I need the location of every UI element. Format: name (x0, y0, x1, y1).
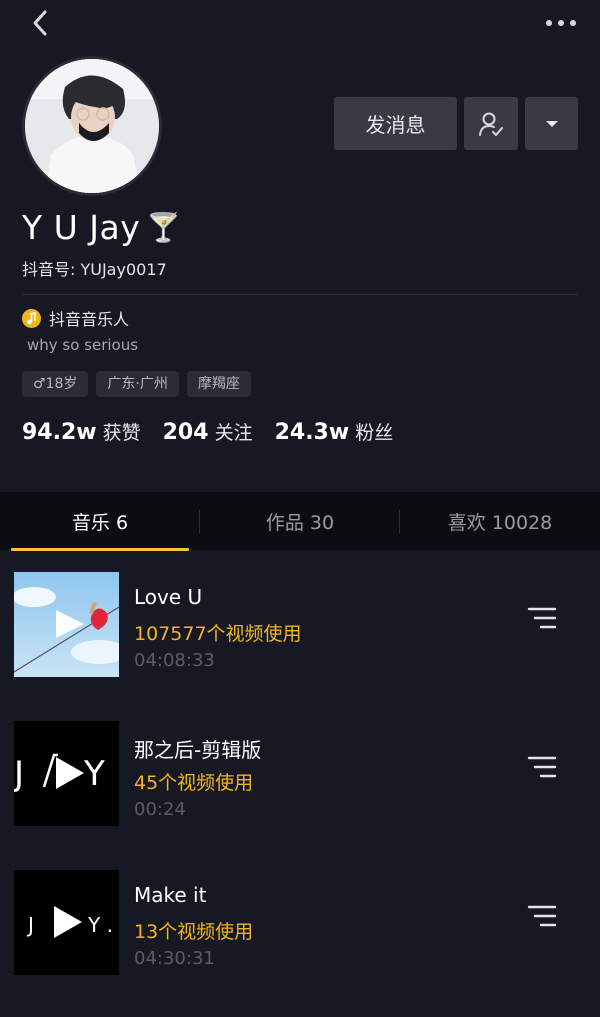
track-duration: 00:24 (134, 799, 186, 820)
profile-tags: ♂18岁 广东·广州 摩羯座 (22, 371, 251, 397)
cocktail-icon: 🍸 (146, 211, 182, 244)
stat-likes-label: 获赞 (102, 422, 141, 444)
tab-works[interactable]: 作品 30 (200, 492, 400, 550)
stat-followers-label: 粉丝 (355, 422, 394, 444)
stat-following-label: 关注 (214, 422, 253, 444)
track-duration: 04:30:31 (134, 948, 215, 969)
stat-followers[interactable]: 24.3w 粉丝 (275, 418, 394, 445)
back-icon[interactable] (26, 8, 56, 38)
divider (22, 294, 578, 295)
stat-likes[interactable]: 94.2w 获赞 (22, 418, 141, 445)
tab-music[interactable]: 音乐 6 (0, 492, 200, 550)
profile-name: Y U Jay 🍸 (22, 208, 182, 247)
track-cover[interactable] (14, 572, 119, 677)
active-tab-indicator (11, 548, 189, 551)
dropdown-button[interactable] (525, 97, 578, 150)
track-cover[interactable]: J Y (14, 721, 119, 826)
track-uses: 45个视频使用 (134, 772, 254, 794)
profile-header: 发消息 Y U Jay 🍸 抖音号: YUJay0017 抖音音乐人 why s… (0, 0, 600, 492)
music-note-icon (22, 308, 41, 328)
more-icon[interactable] (544, 12, 578, 34)
svg-text:Y: Y (83, 754, 105, 794)
track-title: Love U (134, 585, 203, 609)
list-item[interactable]: J Y 那之后-剪辑版 45个视频使用 00:24 (0, 701, 600, 850)
follow-status-button[interactable] (464, 97, 518, 150)
user-check-icon (479, 112, 503, 136)
stat-likes-value: 94.2w (22, 420, 97, 445)
stat-following-value: 204 (162, 420, 209, 445)
tag-location: 广东·广州 (96, 371, 179, 397)
tab-likes-label: 喜欢 10028 (447, 511, 553, 534)
track-title: Make it (134, 883, 207, 907)
bio: why so serious (27, 336, 139, 354)
list-item[interactable]: J Y . Make it 13个视频使用 04:30:31 (0, 850, 600, 999)
content-tabs: 音乐 6 作品 30 喜欢 10028 (0, 492, 600, 550)
avatar[interactable] (22, 56, 162, 196)
musician-badge[interactable]: 抖音音乐人 (22, 306, 129, 330)
send-message-label: 发消息 (365, 113, 426, 137)
menu-icon[interactable] (526, 604, 558, 632)
track-uses: 107577个视频使用 (134, 623, 302, 645)
track-uses: 13个视频使用 (134, 921, 254, 943)
tag-zodiac: 摩羯座 (186, 371, 251, 397)
badge-label: 抖音音乐人 (49, 310, 130, 329)
track-duration: 04:08:33 (134, 650, 215, 671)
stat-followers-value: 24.3w (274, 420, 350, 445)
menu-icon[interactable] (526, 753, 558, 781)
svg-text:Y .: Y . (87, 913, 113, 937)
tab-likes[interactable]: 喜欢 10028 (400, 492, 600, 550)
profile-name-text: Y U Jay (22, 208, 141, 247)
tab-works-label: 作品 30 (265, 511, 335, 534)
music-list: Love U 107577个视频使用 04:08:33 J Y 那之后-剪辑版 … (0, 552, 600, 999)
svg-text:J: J (26, 913, 34, 937)
send-message-button[interactable]: 发消息 (334, 97, 457, 150)
tag-gender-age: ♂18岁 (22, 371, 89, 397)
track-cover[interactable]: J Y . (14, 870, 119, 975)
list-item[interactable]: Love U 107577个视频使用 04:08:33 (0, 552, 600, 701)
profile-stats: 94.2w 获赞 204 关注 24.3w 粉丝 (22, 418, 393, 445)
tab-music-label: 音乐 6 (71, 511, 129, 534)
menu-icon[interactable] (526, 902, 558, 930)
caret-down-icon (545, 120, 558, 127)
douyin-id: 抖音号: YUJay0017 (22, 260, 167, 279)
stat-following[interactable]: 204 关注 (163, 418, 253, 445)
track-title: 那之后-剪辑版 (134, 738, 262, 762)
svg-text:J: J (14, 754, 38, 794)
